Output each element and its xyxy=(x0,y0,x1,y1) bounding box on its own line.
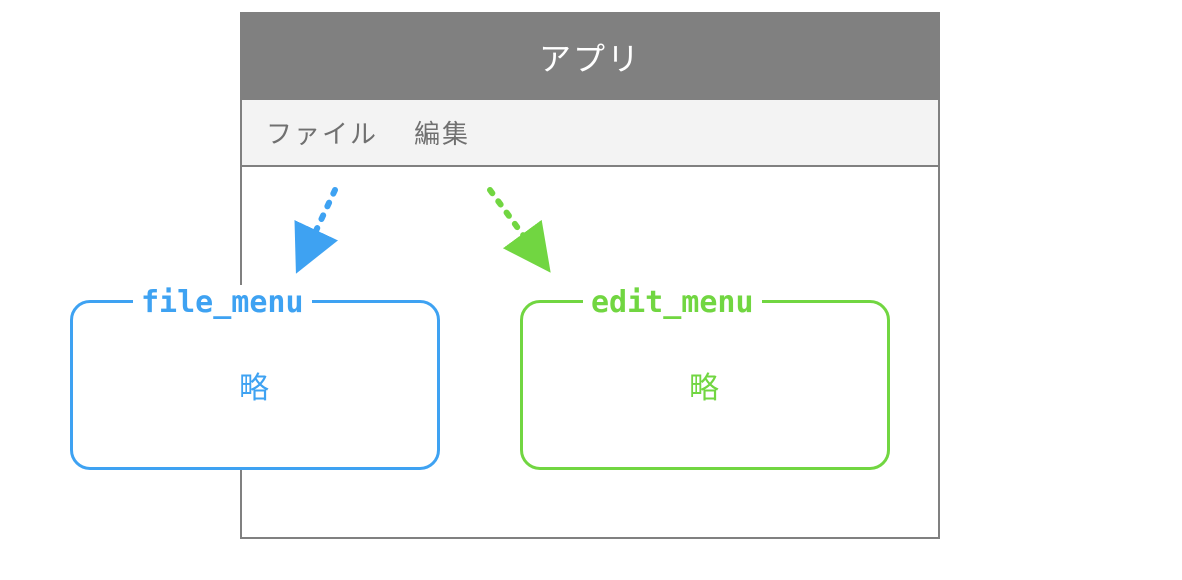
menubar: ファイル 編集 xyxy=(242,100,938,167)
window-title: アプリ xyxy=(539,41,641,77)
edit-menu-box: edit_menu 略 xyxy=(520,300,890,470)
file-menu-content: 略 xyxy=(239,363,271,407)
edit-menu-content: 略 xyxy=(689,363,721,407)
edit-menu-legend: edit_menu xyxy=(583,285,762,320)
file-menu-legend: file_menu xyxy=(133,285,312,320)
file-menu-box: file_menu 略 xyxy=(70,300,440,470)
window-titlebar: アプリ xyxy=(242,14,938,100)
menu-file[interactable]: ファイル xyxy=(266,114,378,151)
menu-edit[interactable]: 編集 xyxy=(414,114,470,151)
